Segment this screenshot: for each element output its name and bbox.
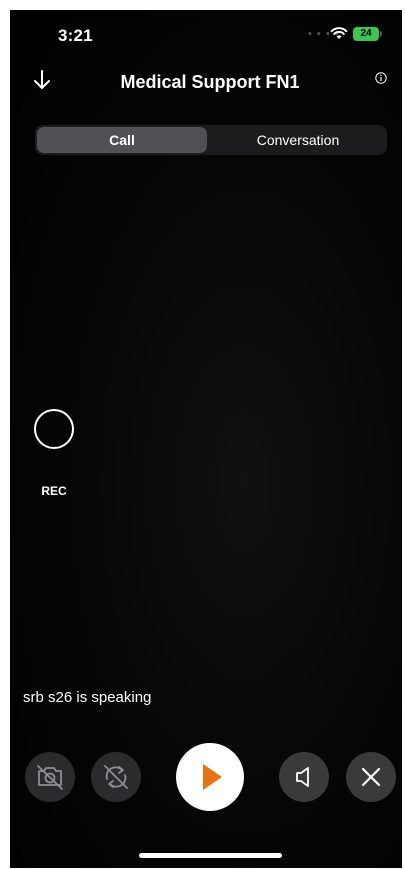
call-screen: 3:21 • • • • 24 Medical Support FN1 Call… bbox=[10, 10, 402, 868]
camera-off-icon bbox=[37, 765, 63, 790]
speaker-icon bbox=[296, 767, 309, 787]
info-icon[interactable] bbox=[375, 72, 387, 84]
record-circle-icon[interactable] bbox=[34, 409, 74, 449]
status-time: 3:21 bbox=[58, 26, 93, 45]
home-indicator[interactable] bbox=[139, 853, 282, 858]
tab-bar: Call Conversation bbox=[35, 125, 387, 155]
play-button[interactable] bbox=[176, 743, 244, 811]
play-icon bbox=[203, 764, 222, 790]
tab-conversation[interactable]: Conversation bbox=[211, 127, 385, 153]
close-icon bbox=[361, 767, 381, 787]
tab-call[interactable]: Call bbox=[37, 127, 207, 153]
switch-camera-icon bbox=[104, 765, 128, 789]
rec-label: REC bbox=[41, 484, 67, 498]
end-call-button[interactable] bbox=[346, 752, 396, 802]
battery-indicator: 24 bbox=[353, 27, 379, 41]
camera-off-button[interactable] bbox=[25, 752, 75, 802]
wifi-icon bbox=[330, 27, 348, 39]
speaking-status: srb s26 is speaking bbox=[23, 689, 152, 706]
speaker-button[interactable] bbox=[279, 752, 329, 802]
arrow-down-icon[interactable] bbox=[32, 68, 52, 92]
page-title: Medical Support FN1 bbox=[120, 72, 300, 92]
battery-level: 24 bbox=[360, 28, 372, 39]
battery-tip bbox=[380, 31, 382, 37]
switch-camera-button[interactable] bbox=[91, 752, 141, 802]
